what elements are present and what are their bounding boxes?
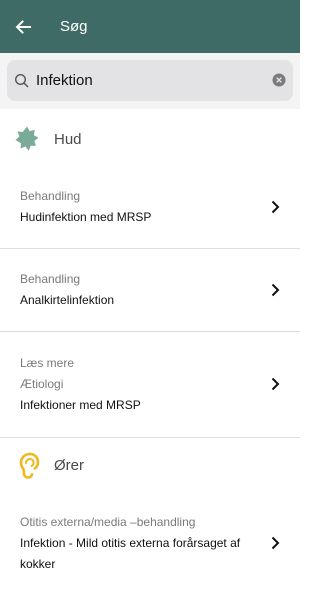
item-title: Infektioner med MRSP — [20, 398, 141, 412]
item-title-line-2: kokker — [20, 557, 56, 571]
search-box[interactable] — [7, 60, 293, 101]
item-category: Behandling — [20, 272, 81, 286]
result-item-infektioner-mrsp[interactable]: Læs mere Ætiologi Infektioner med MRSP — [0, 332, 300, 438]
search-icon — [14, 73, 29, 88]
back-button[interactable] — [0, 0, 46, 53]
search-input[interactable] — [36, 72, 256, 89]
item-category: Læs mere — [20, 356, 75, 370]
section-header-orer: Ører — [0, 438, 300, 492]
page-title: Søg — [60, 18, 88, 35]
ear-icon — [13, 451, 41, 479]
result-item-analkirtelinfektion[interactable]: Behandling Analkirtelinfektion — [0, 249, 300, 332]
section-header-hud: Hud — [0, 112, 300, 166]
skin-patch-icon — [13, 125, 41, 153]
chevron-right-icon — [271, 283, 280, 297]
item-title-line-1: Infektion - Mild otitis externa forårsag… — [20, 536, 241, 550]
search-bar-container — [0, 53, 300, 109]
item-subcategory: Ætiologi — [20, 377, 64, 391]
section-title: Hud — [54, 130, 82, 148]
result-item-otitis-externa[interactable]: Otitis externa/media –behandling Infekti… — [0, 492, 300, 588]
arrow-left-icon — [15, 19, 31, 34]
chevron-right-icon — [271, 536, 280, 550]
chevron-right-icon — [271, 200, 280, 214]
item-category: Otitis externa/media –behandling — [20, 515, 196, 529]
clear-search-icon[interactable] — [272, 73, 286, 87]
item-category: Behandling — [20, 189, 81, 203]
result-item-hudinfektion[interactable]: Behandling Hudinfektion med MRSP — [0, 166, 300, 249]
app-bar: Søg — [0, 0, 300, 53]
section-title: Ører — [54, 456, 84, 474]
item-title: Hudinfektion med MRSP — [20, 210, 152, 224]
item-title: Analkirtelinfektion — [20, 293, 115, 307]
chevron-right-icon — [271, 377, 280, 391]
